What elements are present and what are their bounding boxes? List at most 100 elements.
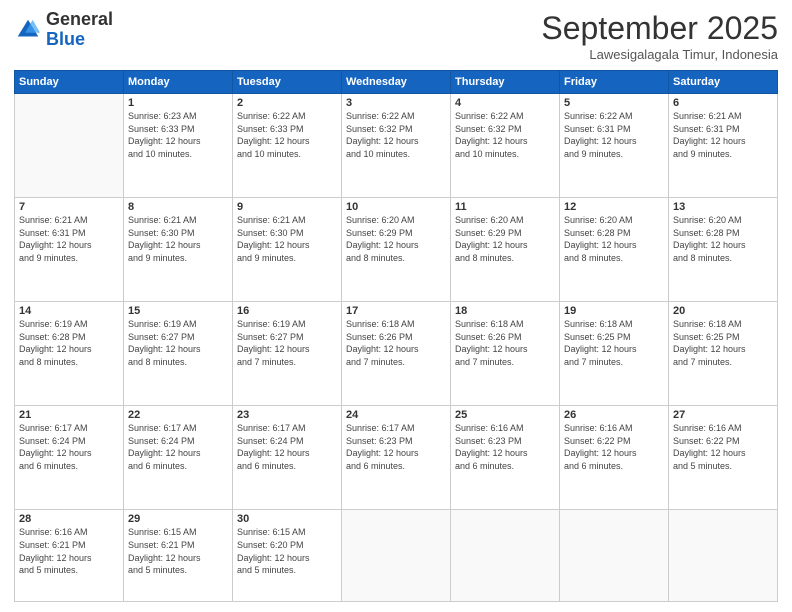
col-thursday: Thursday: [451, 71, 560, 94]
table-row: 25Sunrise: 6:16 AM Sunset: 6:23 PM Dayli…: [451, 406, 560, 510]
day-number: 16: [237, 305, 337, 317]
day-info: Sunrise: 6:20 AM Sunset: 6:29 PM Dayligh…: [455, 214, 555, 264]
logo-text-general: General: [46, 10, 113, 30]
col-saturday: Saturday: [669, 71, 778, 94]
col-sunday: Sunday: [15, 71, 124, 94]
calendar-header-row: Sunday Monday Tuesday Wednesday Thursday…: [15, 71, 778, 94]
day-info: Sunrise: 6:23 AM Sunset: 6:33 PM Dayligh…: [128, 110, 228, 160]
day-info: Sunrise: 6:16 AM Sunset: 6:22 PM Dayligh…: [673, 422, 773, 472]
table-row: [342, 510, 451, 602]
day-info: Sunrise: 6:15 AM Sunset: 6:20 PM Dayligh…: [237, 526, 337, 576]
day-number: 20: [673, 305, 773, 317]
day-info: Sunrise: 6:22 AM Sunset: 6:31 PM Dayligh…: [564, 110, 664, 160]
table-row: 10Sunrise: 6:20 AM Sunset: 6:29 PM Dayli…: [342, 198, 451, 302]
day-number: 27: [673, 409, 773, 421]
day-number: 25: [455, 409, 555, 421]
day-number: 9: [237, 201, 337, 213]
table-row: 6Sunrise: 6:21 AM Sunset: 6:31 PM Daylig…: [669, 94, 778, 198]
table-row: 7Sunrise: 6:21 AM Sunset: 6:31 PM Daylig…: [15, 198, 124, 302]
table-row: 2Sunrise: 6:22 AM Sunset: 6:33 PM Daylig…: [233, 94, 342, 198]
table-row: 1Sunrise: 6:23 AM Sunset: 6:33 PM Daylig…: [124, 94, 233, 198]
table-row: 16Sunrise: 6:19 AM Sunset: 6:27 PM Dayli…: [233, 302, 342, 406]
day-info: Sunrise: 6:22 AM Sunset: 6:32 PM Dayligh…: [455, 110, 555, 160]
day-info: Sunrise: 6:18 AM Sunset: 6:25 PM Dayligh…: [673, 318, 773, 368]
day-info: Sunrise: 6:22 AM Sunset: 6:32 PM Dayligh…: [346, 110, 446, 160]
day-number: 19: [564, 305, 664, 317]
day-number: 1: [128, 97, 228, 109]
day-number: 14: [19, 305, 119, 317]
table-row: 28Sunrise: 6:16 AM Sunset: 6:21 PM Dayli…: [15, 510, 124, 602]
table-row: 27Sunrise: 6:16 AM Sunset: 6:22 PM Dayli…: [669, 406, 778, 510]
day-info: Sunrise: 6:16 AM Sunset: 6:21 PM Dayligh…: [19, 526, 119, 576]
day-info: Sunrise: 6:18 AM Sunset: 6:25 PM Dayligh…: [564, 318, 664, 368]
day-number: 17: [346, 305, 446, 317]
table-row: 4Sunrise: 6:22 AM Sunset: 6:32 PM Daylig…: [451, 94, 560, 198]
day-info: Sunrise: 6:17 AM Sunset: 6:24 PM Dayligh…: [237, 422, 337, 472]
day-number: 7: [19, 201, 119, 213]
table-row: 17Sunrise: 6:18 AM Sunset: 6:26 PM Dayli…: [342, 302, 451, 406]
day-number: 15: [128, 305, 228, 317]
day-number: 23: [237, 409, 337, 421]
day-number: 4: [455, 97, 555, 109]
day-info: Sunrise: 6:16 AM Sunset: 6:23 PM Dayligh…: [455, 422, 555, 472]
title-block: September 2025 Lawesigalagala Timur, Ind…: [541, 10, 778, 62]
day-info: Sunrise: 6:21 AM Sunset: 6:31 PM Dayligh…: [673, 110, 773, 160]
table-row: 15Sunrise: 6:19 AM Sunset: 6:27 PM Dayli…: [124, 302, 233, 406]
table-row: 5Sunrise: 6:22 AM Sunset: 6:31 PM Daylig…: [560, 94, 669, 198]
day-number: 29: [128, 513, 228, 525]
table-row: 30Sunrise: 6:15 AM Sunset: 6:20 PM Dayli…: [233, 510, 342, 602]
col-tuesday: Tuesday: [233, 71, 342, 94]
day-info: Sunrise: 6:15 AM Sunset: 6:21 PM Dayligh…: [128, 526, 228, 576]
day-info: Sunrise: 6:19 AM Sunset: 6:27 PM Dayligh…: [237, 318, 337, 368]
day-info: Sunrise: 6:21 AM Sunset: 6:30 PM Dayligh…: [128, 214, 228, 264]
day-number: 21: [19, 409, 119, 421]
day-number: 11: [455, 201, 555, 213]
day-info: Sunrise: 6:22 AM Sunset: 6:33 PM Dayligh…: [237, 110, 337, 160]
table-row: 20Sunrise: 6:18 AM Sunset: 6:25 PM Dayli…: [669, 302, 778, 406]
table-row: 8Sunrise: 6:21 AM Sunset: 6:30 PM Daylig…: [124, 198, 233, 302]
day-info: Sunrise: 6:20 AM Sunset: 6:28 PM Dayligh…: [564, 214, 664, 264]
table-row: [669, 510, 778, 602]
page: General Blue September 2025 Lawesigalaga…: [0, 0, 792, 612]
day-info: Sunrise: 6:20 AM Sunset: 6:28 PM Dayligh…: [673, 214, 773, 264]
day-info: Sunrise: 6:17 AM Sunset: 6:23 PM Dayligh…: [346, 422, 446, 472]
day-number: 3: [346, 97, 446, 109]
day-info: Sunrise: 6:19 AM Sunset: 6:27 PM Dayligh…: [128, 318, 228, 368]
table-row: [15, 94, 124, 198]
table-row: 26Sunrise: 6:16 AM Sunset: 6:22 PM Dayli…: [560, 406, 669, 510]
day-info: Sunrise: 6:21 AM Sunset: 6:30 PM Dayligh…: [237, 214, 337, 264]
table-row: 29Sunrise: 6:15 AM Sunset: 6:21 PM Dayli…: [124, 510, 233, 602]
table-row: 12Sunrise: 6:20 AM Sunset: 6:28 PM Dayli…: [560, 198, 669, 302]
day-info: Sunrise: 6:17 AM Sunset: 6:24 PM Dayligh…: [128, 422, 228, 472]
table-row: 3Sunrise: 6:22 AM Sunset: 6:32 PM Daylig…: [342, 94, 451, 198]
day-number: 24: [346, 409, 446, 421]
table-row: 22Sunrise: 6:17 AM Sunset: 6:24 PM Dayli…: [124, 406, 233, 510]
day-info: Sunrise: 6:20 AM Sunset: 6:29 PM Dayligh…: [346, 214, 446, 264]
day-number: 5: [564, 97, 664, 109]
day-number: 13: [673, 201, 773, 213]
col-friday: Friday: [560, 71, 669, 94]
day-info: Sunrise: 6:21 AM Sunset: 6:31 PM Dayligh…: [19, 214, 119, 264]
table-row: [451, 510, 560, 602]
logo: General Blue: [14, 10, 113, 50]
table-row: 18Sunrise: 6:18 AM Sunset: 6:26 PM Dayli…: [451, 302, 560, 406]
day-number: 30: [237, 513, 337, 525]
table-row: 21Sunrise: 6:17 AM Sunset: 6:24 PM Dayli…: [15, 406, 124, 510]
table-row: 24Sunrise: 6:17 AM Sunset: 6:23 PM Dayli…: [342, 406, 451, 510]
table-row: [560, 510, 669, 602]
day-info: Sunrise: 6:19 AM Sunset: 6:28 PM Dayligh…: [19, 318, 119, 368]
day-number: 26: [564, 409, 664, 421]
table-row: 11Sunrise: 6:20 AM Sunset: 6:29 PM Dayli…: [451, 198, 560, 302]
day-number: 2: [237, 97, 337, 109]
day-info: Sunrise: 6:16 AM Sunset: 6:22 PM Dayligh…: [564, 422, 664, 472]
day-number: 22: [128, 409, 228, 421]
day-number: 12: [564, 201, 664, 213]
col-monday: Monday: [124, 71, 233, 94]
calendar-table: Sunday Monday Tuesday Wednesday Thursday…: [14, 70, 778, 602]
day-number: 18: [455, 305, 555, 317]
day-info: Sunrise: 6:17 AM Sunset: 6:24 PM Dayligh…: [19, 422, 119, 472]
location-subtitle: Lawesigalagala Timur, Indonesia: [541, 47, 778, 62]
header: General Blue September 2025 Lawesigalaga…: [14, 10, 778, 62]
table-row: 9Sunrise: 6:21 AM Sunset: 6:30 PM Daylig…: [233, 198, 342, 302]
day-number: 8: [128, 201, 228, 213]
